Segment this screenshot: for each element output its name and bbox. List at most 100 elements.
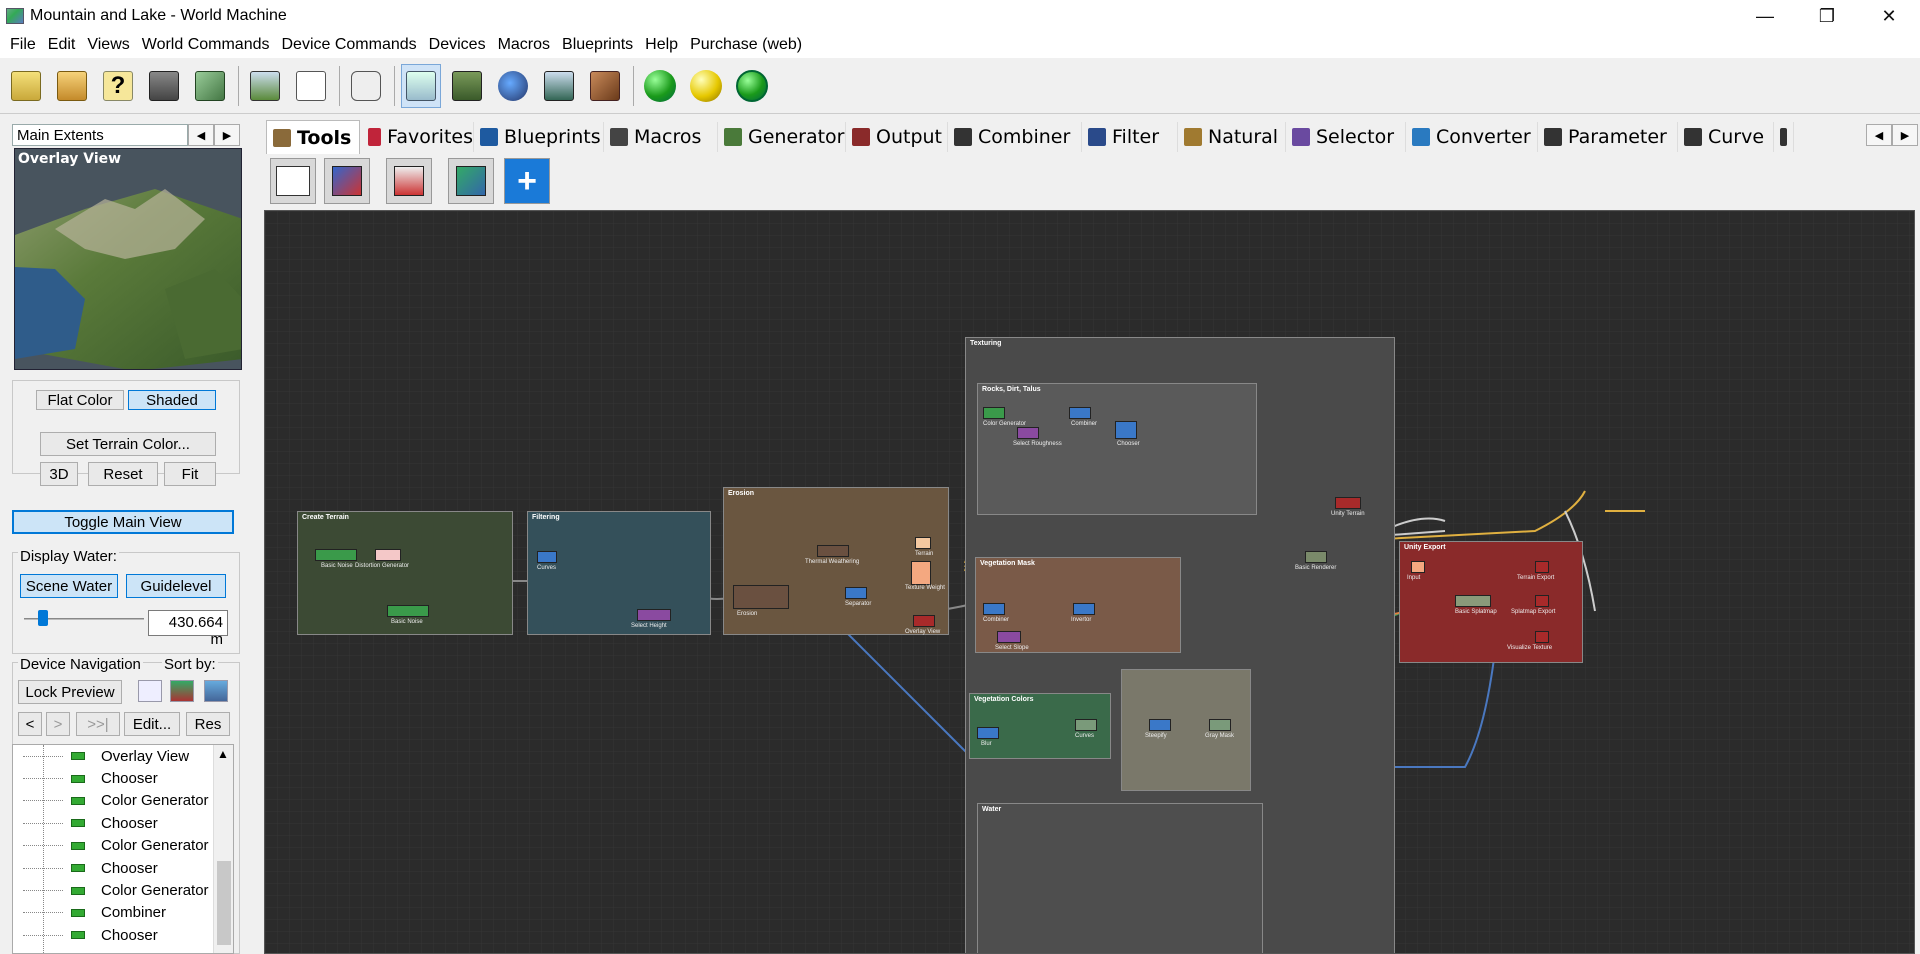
menu-devices[interactable]: Devices [423, 36, 492, 54]
device-distortion[interactable] [375, 549, 401, 561]
device-select-roughness[interactable] [1017, 427, 1039, 439]
new-world-button[interactable] [6, 64, 46, 108]
device-texture-weight[interactable] [911, 561, 931, 585]
menu-blueprints[interactable]: Blueprints [556, 36, 639, 54]
tree-scroll-thumb[interactable] [217, 861, 231, 945]
scroll-up-icon[interactable]: ▲ [217, 747, 229, 761]
device-select-height[interactable] [637, 609, 671, 621]
tab-output[interactable]: Output [846, 122, 948, 152]
tab-natural[interactable]: Natural [1178, 122, 1286, 152]
water-level-input[interactable]: 430.664 m [148, 610, 228, 648]
device-steepify[interactable] [1149, 719, 1171, 731]
device-gray-mask[interactable] [1209, 719, 1231, 731]
device-combiner[interactable] [1069, 407, 1091, 419]
randomize-button[interactable] [346, 64, 386, 108]
extents-dropdown[interactable]: Main Extents [12, 124, 188, 146]
group-tool-button[interactable] [270, 158, 316, 204]
tree-item[interactable]: Combiner [13, 902, 233, 924]
checklist-button[interactable] [291, 64, 331, 108]
device-erosion[interactable] [733, 585, 789, 609]
tab-blueprints[interactable]: Blueprints [474, 122, 604, 152]
group-rocks[interactable]: Rocks, Dirt, Talus [977, 383, 1257, 515]
tab-filter[interactable]: Filter [1082, 122, 1178, 152]
device-color-generator[interactable] [983, 407, 1005, 419]
device-tree[interactable]: Overlay View Chooser Color Generator Cho… [12, 744, 234, 954]
device-basic-noise[interactable] [315, 549, 357, 561]
menu-file[interactable]: File [4, 36, 42, 54]
res-button[interactable]: Res [186, 712, 230, 736]
tab-macros[interactable]: Macros [604, 122, 718, 152]
lock-preview-button[interactable]: Lock Preview [18, 680, 122, 704]
device-network-canvas[interactable]: Create Terrain Filtering Erosion Texturi… [264, 210, 1915, 954]
sort-type-icon[interactable] [170, 680, 194, 702]
sort-list-icon[interactable] [138, 680, 162, 702]
close-icon[interactable]: ✕ [1858, 0, 1920, 32]
tree-scrollbar[interactable]: ▲ [213, 745, 233, 953]
nav-last-button[interactable]: >>| [76, 712, 120, 736]
menu-device-commands[interactable]: Device Commands [276, 36, 423, 54]
tree-item[interactable]: Chooser [13, 924, 233, 946]
fit-button[interactable]: Fit [164, 462, 216, 486]
restore-icon[interactable]: ❐ [1796, 0, 1858, 32]
tab-favorites[interactable]: Favorites [362, 122, 474, 152]
tree-item[interactable]: Chooser [13, 857, 233, 879]
save-button[interactable] [144, 64, 184, 108]
minimize-icon[interactable]: — [1734, 0, 1796, 32]
tree-item[interactable]: Color Generator [13, 879, 233, 901]
reset-button[interactable]: Reset [88, 462, 158, 486]
device-chooser[interactable] [1115, 421, 1137, 439]
3d-view-button[interactable] [539, 64, 579, 108]
device-overlay-view[interactable] [913, 615, 935, 627]
toggle-main-view-button[interactable]: Toggle Main View [12, 510, 234, 534]
set-terrain-color-button[interactable]: Set Terrain Color... [40, 432, 216, 456]
tree-item[interactable]: Chooser [13, 812, 233, 834]
water-level-slider-thumb[interactable] [38, 610, 49, 626]
add-button[interactable]: + [504, 158, 550, 204]
route-tool-button[interactable] [448, 158, 494, 204]
menu-macros[interactable]: Macros [492, 36, 556, 54]
device-unity-terrain[interactable] [1335, 497, 1361, 509]
device-curves[interactable] [537, 551, 557, 563]
device-basic-noise-2[interactable] [387, 605, 429, 617]
nav-prev-button[interactable]: < [18, 712, 42, 736]
tree-item[interactable]: Chooser [13, 767, 233, 789]
menu-edit[interactable]: Edit [42, 36, 82, 54]
build-button[interactable] [640, 64, 680, 108]
tab-selector[interactable]: Selector [1286, 122, 1406, 152]
tab-curve[interactable]: Curve [1678, 122, 1774, 152]
flat-color-button[interactable]: Flat Color [36, 390, 124, 410]
edit-button[interactable]: Edit... [124, 712, 180, 736]
terrain-view-button[interactable] [245, 64, 285, 108]
portal-tool-button[interactable] [386, 158, 432, 204]
overlay-view-preview[interactable]: Overlay View [14, 148, 242, 370]
menu-world-commands[interactable]: World Commands [136, 36, 276, 54]
tiled-build-button[interactable] [732, 64, 772, 108]
menu-purchase[interactable]: Purchase (web) [684, 36, 808, 54]
device-select-slope[interactable] [997, 631, 1021, 643]
shaded-button[interactable]: Shaded [128, 390, 216, 410]
device-terrain-export[interactable] [1535, 561, 1549, 573]
help-button[interactable]: ? [98, 64, 138, 108]
menu-views[interactable]: Views [81, 36, 135, 54]
device-basic-renderer[interactable] [1305, 551, 1327, 563]
device-blur[interactable] [977, 727, 999, 739]
extents-prev-button[interactable]: ◀ [188, 124, 214, 146]
render-view-button[interactable] [585, 64, 625, 108]
device-basic-splatmap[interactable] [1455, 595, 1491, 607]
tab-parameter[interactable]: Parameter [1538, 122, 1678, 152]
tab-tools[interactable]: Tools [266, 120, 360, 154]
device-invertor[interactable] [1073, 603, 1095, 615]
tabs-scroll-left-button[interactable]: ◀ [1866, 124, 1892, 146]
group-filtering[interactable]: Filtering [527, 511, 711, 635]
menu-help[interactable]: Help [639, 36, 684, 54]
tab-generator[interactable]: Generator [718, 122, 846, 152]
tree-item[interactable]: Color Generator [13, 835, 233, 857]
layout-view-button[interactable] [447, 64, 487, 108]
device-terrain[interactable] [915, 537, 931, 549]
device-visualize-texture[interactable] [1535, 631, 1549, 643]
tab-overflow[interactable] [1774, 122, 1794, 152]
build-preview-button[interactable] [686, 64, 726, 108]
world-view-button[interactable] [493, 64, 533, 108]
open-button[interactable] [52, 64, 92, 108]
layer-tool-button[interactable] [324, 158, 370, 204]
